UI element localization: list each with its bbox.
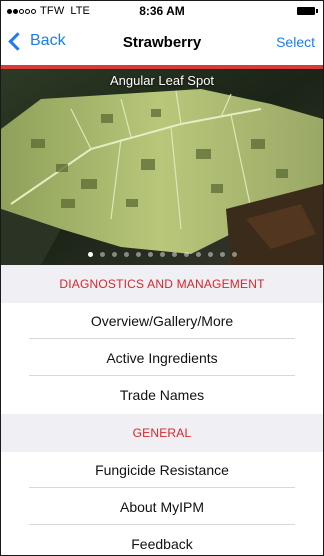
page-dot[interactable] — [147, 252, 153, 257]
page-title: Strawberry — [122, 34, 202, 51]
menu-item[interactable]: Trade Names — [1, 377, 323, 413]
menu-item-label: About MyIPM — [119, 499, 205, 515]
section-header: GENERAL — [1, 414, 323, 452]
section-header: DIAGNOSTICS AND MANAGEMENT — [1, 265, 323, 303]
menu-item-label: Overview/Gallery/More — [90, 313, 234, 329]
menu-item[interactable]: Fungicide Resistance — [1, 452, 323, 488]
menu-item[interactable]: Active Ingredients — [1, 340, 323, 376]
status-bar: TFW LTE 8:36 AM — [1, 1, 323, 21]
image-caption: Angular Leaf Spot — [109, 73, 215, 88]
phone-screen: TFW LTE 8:36 AM Back Strawberry Select A… — [0, 0, 324, 556]
page-dot[interactable] — [171, 252, 177, 257]
row-separator — [29, 338, 295, 339]
select-button[interactable]: Select — [276, 34, 315, 50]
row-separator — [29, 375, 295, 376]
page-dot[interactable] — [207, 252, 213, 257]
image-carousel[interactable]: Angular Leaf Spot — [1, 69, 323, 265]
page-dot[interactable] — [183, 252, 189, 257]
page-indicator[interactable] — [1, 252, 323, 257]
menu-item-label: Trade Names — [119, 387, 205, 403]
menu-item[interactable]: About MyIPM — [1, 489, 323, 525]
page-dot[interactable] — [123, 252, 129, 257]
menu-item[interactable]: Feedback — [1, 526, 323, 555]
menu-item-label: Active Ingredients — [106, 350, 218, 366]
menu-item[interactable]: Overview/Gallery/More — [1, 303, 323, 339]
row-separator — [29, 487, 295, 488]
page-dot[interactable] — [87, 252, 93, 257]
leaf-photo — [1, 69, 323, 265]
row-separator — [29, 524, 295, 525]
page-dot[interactable] — [195, 252, 201, 257]
page-dot[interactable] — [159, 252, 165, 257]
battery-icon — [297, 7, 318, 15]
page-dot[interactable] — [135, 252, 141, 257]
page-dot[interactable] — [219, 252, 225, 257]
menu-item-label: Fungicide Resistance — [95, 462, 229, 478]
menu-item-label: Feedback — [131, 536, 193, 552]
status-time: 8:36 AM — [139, 4, 185, 18]
page-dot[interactable] — [99, 252, 105, 257]
page-dot[interactable] — [111, 252, 117, 257]
navigation-bar: Back Strawberry Select — [1, 21, 323, 65]
page-dot[interactable] — [231, 252, 237, 257]
